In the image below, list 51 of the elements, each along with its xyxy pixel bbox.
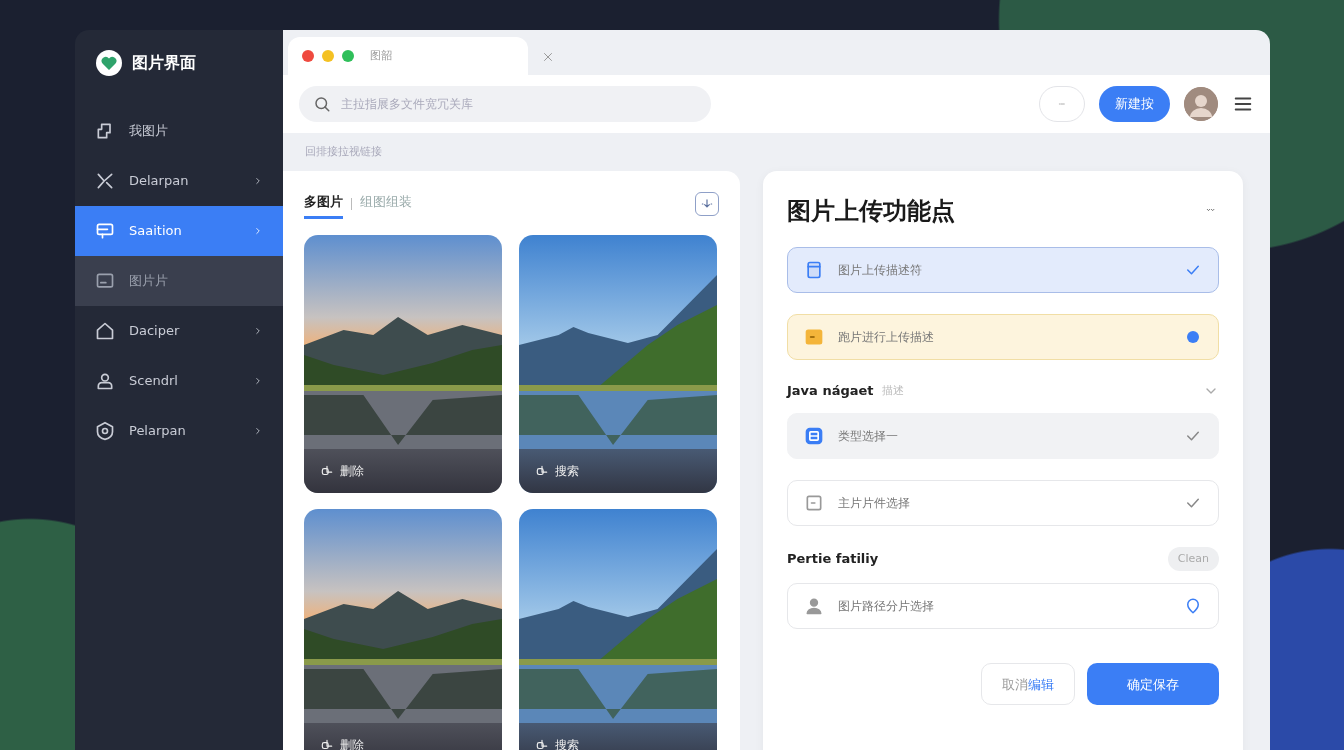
option-row[interactable]: 类型选择一 <box>787 412 1219 459</box>
photo-caption: 搜索 <box>555 736 579 750</box>
menu-item-icon <box>95 221 115 241</box>
sidebar-item[interactable]: Pelarpan <box>75 406 283 456</box>
menu-item-icon <box>95 171 115 191</box>
browser-tab[interactable]: 图韶 <box>288 37 528 75</box>
option-row[interactable]: 跑片进行上传描述 <box>787 314 1219 361</box>
search-field[interactable]: 主拉指展多文件宽冗关库 <box>299 86 711 122</box>
user-icon <box>804 596 824 617</box>
option-row[interactable]: 图片上传描述符 <box>787 247 1219 294</box>
sidebar-item[interactable]: Scendrl <box>75 356 283 406</box>
gallery-tab[interactable]: 多图片 <box>304 188 343 219</box>
panel-title: 图片上传功能点 <box>787 196 955 226</box>
photo-caption: 搜索 <box>555 462 579 480</box>
primary-button[interactable]: 新建按 <box>1099 86 1170 122</box>
gallery-tab[interactable]: 组图组装 <box>360 188 412 219</box>
photo-caption: 删除 <box>340 736 364 750</box>
sort-button[interactable] <box>695 191 719 216</box>
photo-caption: 删除 <box>340 462 364 480</box>
app-title: 图片界面 <box>132 52 196 74</box>
window-control-icon[interactable] <box>302 50 314 62</box>
close-icon[interactable] <box>542 51 554 63</box>
option-row[interactable]: 主片片件选择 <box>787 479 1219 526</box>
sidebar-item[interactable]: Daciper <box>75 306 283 356</box>
menu-item-icon <box>95 271 115 291</box>
menu-item-icon <box>95 421 115 441</box>
location-pin-icon <box>1184 597 1202 616</box>
chevron-icon <box>253 226 263 236</box>
tab-separator <box>351 197 352 210</box>
section-label: Java nágaet <box>787 382 874 401</box>
sidebar-item[interactable]: Delarpan <box>75 156 283 206</box>
section-label: Pertie fatiliy <box>787 550 879 569</box>
logo-icon <box>96 50 122 76</box>
sidebar-item[interactable]: 我图片 <box>75 106 283 156</box>
section-note: 描述 <box>881 382 904 399</box>
avatar[interactable] <box>1184 87 1218 121</box>
option-row[interactable]: 图片路径分片选择 <box>787 583 1219 630</box>
sidebar-item[interactable]: Saaition <box>75 206 283 256</box>
chevron-icon <box>253 426 263 436</box>
chevron-icon <box>253 326 263 336</box>
cancel-button[interactable]: 取消编辑 <box>981 663 1075 706</box>
chevron-icon <box>253 176 263 186</box>
menu-item-icon <box>95 371 115 391</box>
list-icon <box>804 425 824 446</box>
menu-item-icon <box>95 321 115 341</box>
sidebar-item[interactable]: 图片片 <box>75 256 283 306</box>
chevron-icon <box>253 376 263 386</box>
document-icon <box>804 260 824 281</box>
submit-button[interactable]: 确定保存 <box>1087 663 1219 706</box>
window-control-icon[interactable] <box>342 50 354 62</box>
window-control-icon[interactable] <box>322 50 334 62</box>
